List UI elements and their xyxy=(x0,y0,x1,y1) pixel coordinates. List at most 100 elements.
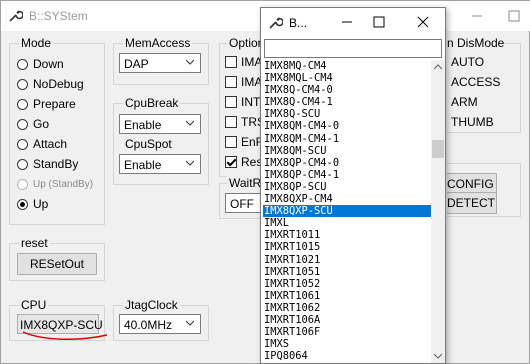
minimize-button[interactable] xyxy=(456,1,498,31)
dismode-option[interactable]: AUTO xyxy=(451,55,484,69)
mode-option-label: Go xyxy=(33,117,50,131)
cpu-list-item[interactable]: IMXRT1015 xyxy=(263,241,431,253)
memaccess-select[interactable]: DAP xyxy=(119,53,201,73)
dismode-option[interactable]: THUMB xyxy=(451,115,494,129)
cpu-select-popup: B... IMX8MQ-CM4 IMX8MQL-CM4 IMX8Q-CM4-0 IMX… xyxy=(260,7,446,364)
memaccess-value: DAP xyxy=(124,57,149,71)
mode-option[interactable]: Down xyxy=(17,56,64,72)
scroll-up-icon[interactable] xyxy=(434,63,442,71)
mode-option-label: Attach xyxy=(33,137,68,151)
cpu-list-item[interactable]: IMX8QXP-CM4 xyxy=(263,193,431,205)
popup-title: B... xyxy=(289,16,308,30)
cpu-list-item[interactable]: IMX8QP-CM4-1 xyxy=(263,169,431,181)
option-checkbox[interactable] xyxy=(225,76,237,88)
option-checkbox[interactable] xyxy=(225,136,237,148)
resetout-button[interactable]: RESetOut xyxy=(17,253,97,275)
cpu-list-item[interactable]: IMXRT1052 xyxy=(263,278,431,290)
cpu-list-item[interactable]: IMXS xyxy=(263,338,431,350)
mode-option[interactable]: Up xyxy=(17,196,48,212)
maximize-button[interactable] xyxy=(498,1,530,31)
cpubreak-select[interactable]: Enable xyxy=(119,114,201,134)
dismode-option[interactable]: ARM xyxy=(451,95,478,109)
waitreset-select[interactable]: OFF xyxy=(225,193,265,213)
cpu-list-item[interactable]: IMXRT1021 xyxy=(263,254,431,266)
mode-option[interactable]: Attach xyxy=(17,136,67,152)
radio-button[interactable] xyxy=(17,58,28,70)
radio-button[interactable] xyxy=(17,78,28,90)
popup-title-bar: B... xyxy=(261,8,445,36)
mode-option-label: Up (StandBy) xyxy=(33,178,94,190)
cpu-label: CPU xyxy=(19,298,49,312)
option-checkbox[interactable] xyxy=(225,56,237,68)
chevron-down-icon xyxy=(186,320,194,326)
cpu-list-item[interactable]: IMXL xyxy=(263,217,431,229)
mode-option-label: StandBy xyxy=(33,157,79,171)
window-title: B::SYStem xyxy=(29,9,88,23)
option-checkbox[interactable] xyxy=(225,156,237,168)
detect-button[interactable]: DETECT xyxy=(447,192,497,214)
memaccess-label: MemAccess xyxy=(123,36,193,50)
cpuspot-value: Enable xyxy=(124,158,162,172)
cpu-list-item[interactable]: IMX8Q-CM4-0 xyxy=(263,84,431,96)
radio-button[interactable] xyxy=(17,158,28,170)
cpubreak-label: CpuBreak xyxy=(123,96,181,110)
filter-input[interactable] xyxy=(264,39,442,58)
radio-button[interactable] xyxy=(17,118,28,130)
reset-label: reset xyxy=(19,236,50,250)
mode-option[interactable]: NoDebug xyxy=(17,76,84,92)
mode-option-label: NoDebug xyxy=(33,77,84,91)
mode-option-label: Down xyxy=(33,57,64,71)
cpu-list-item[interactable]: IMXRT1051 xyxy=(263,266,431,278)
close-button[interactable] xyxy=(409,8,437,36)
cpu-list-item[interactable]: IMXRT106F xyxy=(263,326,431,338)
vertical-scrollbar[interactable] xyxy=(431,60,445,363)
option-checkbox[interactable] xyxy=(225,116,237,128)
cpu-list-item[interactable]: IMX8QM-SCU xyxy=(263,145,431,157)
chevron-down-icon xyxy=(186,120,194,126)
cpu-list-item[interactable]: IMXRT1062 xyxy=(263,302,431,314)
mode-option[interactable]: Up (StandBy) xyxy=(17,176,93,192)
jtagclock-label: JtagClock xyxy=(123,298,180,312)
wrench-icon xyxy=(269,17,283,29)
cpu-list-item[interactable]: IMXRT1061 xyxy=(263,290,431,302)
waitreset-value: OFF xyxy=(230,197,254,211)
cpuspot-label: CpuSpot xyxy=(125,137,172,151)
cpu-list-item[interactable]: IMX8QP-SCU xyxy=(263,181,431,193)
dismode-option[interactable]: ACCESS xyxy=(451,75,500,89)
cpu-list-item[interactable]: IMX8QXP-SCU xyxy=(263,205,431,218)
mode-option-label: Prepare xyxy=(33,97,76,111)
jtagclock-select[interactable]: 40.0MHz xyxy=(119,314,201,334)
cpu-list-item[interactable]: IMX8QP-CM4-0 xyxy=(263,157,431,169)
cpu-list-item[interactable]: IMXRT106A xyxy=(263,314,431,326)
mode-option[interactable]: Go xyxy=(17,116,49,132)
cpu-list-item[interactable]: IMX8QM-CM4-0 xyxy=(263,120,431,132)
scroll-down-icon[interactable] xyxy=(434,352,442,360)
option-checkbox[interactable] xyxy=(225,96,237,108)
dismode-label: n DisMode xyxy=(447,36,505,50)
red-underline-annotation xyxy=(22,331,108,341)
cpu-list[interactable]: IMX8MQ-CM4 IMX8MQL-CM4 IMX8Q-CM4-0 IMX8Q-CM… xyxy=(263,60,431,363)
radio-button[interactable] xyxy=(17,138,28,150)
cpu-list-item[interactable]: IPQ8064 xyxy=(263,350,431,362)
wrench-icon xyxy=(9,10,23,22)
scrollbar-thumb[interactable] xyxy=(432,140,444,158)
cpuspot-select[interactable]: Enable xyxy=(119,154,201,174)
radio-button[interactable] xyxy=(17,198,28,210)
minimize-button[interactable] xyxy=(333,8,361,36)
maximize-button[interactable] xyxy=(365,8,393,36)
cpu-list-item[interactable]: IMX8MQL-CM4 xyxy=(263,72,431,84)
mode-option[interactable]: StandBy xyxy=(17,156,78,172)
cpu-list-item[interactable]: IMX8Q-CM4-1 xyxy=(263,96,431,108)
cpu-list-item[interactable]: IMXRT1011 xyxy=(263,229,431,241)
cpubreak-value: Enable xyxy=(124,118,162,132)
mode-option[interactable]: Prepare xyxy=(17,96,76,112)
jtagclock-value: 40.0MHz xyxy=(124,318,173,332)
chevron-down-icon xyxy=(186,59,194,65)
cpu-list-item[interactable]: IMX8MQ-CM4 xyxy=(263,60,431,72)
cpu-list-item[interactable]: IMX8QM-CM4-1 xyxy=(263,133,431,145)
cpu-list-item[interactable]: IMX8Q-SCU xyxy=(263,108,431,120)
mode-option-label: Up xyxy=(33,197,49,211)
radio-button[interactable] xyxy=(17,178,28,190)
radio-button[interactable] xyxy=(17,98,28,110)
chevron-down-icon xyxy=(186,160,194,166)
